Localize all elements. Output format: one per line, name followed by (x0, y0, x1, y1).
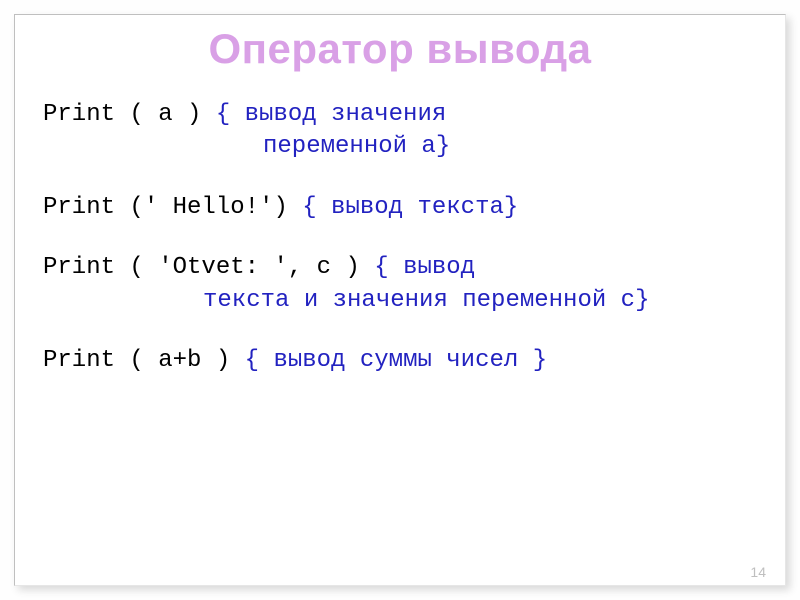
code-line-3: Print ( 'Otvet: ', c ) { вывод текста и … (43, 252, 757, 317)
slide-frame: Оператор вывода Print ( a ) { вывод знач… (14, 14, 786, 586)
code-comment: { вывод текста} (302, 194, 518, 221)
code-statement: Print ( 'Otvet: ', c ) (43, 254, 374, 281)
slide-title: Оператор вывода (43, 25, 757, 73)
code-comment: { вывод суммы чисел } (245, 347, 547, 374)
code-comment: { вывод (374, 254, 475, 281)
code-line-1: Print ( a ) { вывод значения переменной … (43, 99, 757, 164)
code-comment-cont: текста и значения переменной с} (43, 285, 757, 317)
code-comment-cont: переменной а} (43, 131, 757, 163)
code-statement: Print (' Hello!') (43, 194, 302, 221)
slide: Оператор вывода Print ( a ) { вывод знач… (0, 0, 800, 600)
code-statement: Print ( a ) (43, 101, 216, 128)
code-line-2: Print (' Hello!') { вывод текста} (43, 192, 757, 224)
page-number: 14 (750, 564, 766, 580)
code-block: Print ( a ) { вывод значения переменной … (43, 99, 757, 377)
code-line-4: Print ( a+b ) { вывод суммы чисел } (43, 345, 757, 377)
code-comment: { вывод значения (216, 101, 446, 128)
code-statement: Print ( a+b ) (43, 347, 245, 374)
